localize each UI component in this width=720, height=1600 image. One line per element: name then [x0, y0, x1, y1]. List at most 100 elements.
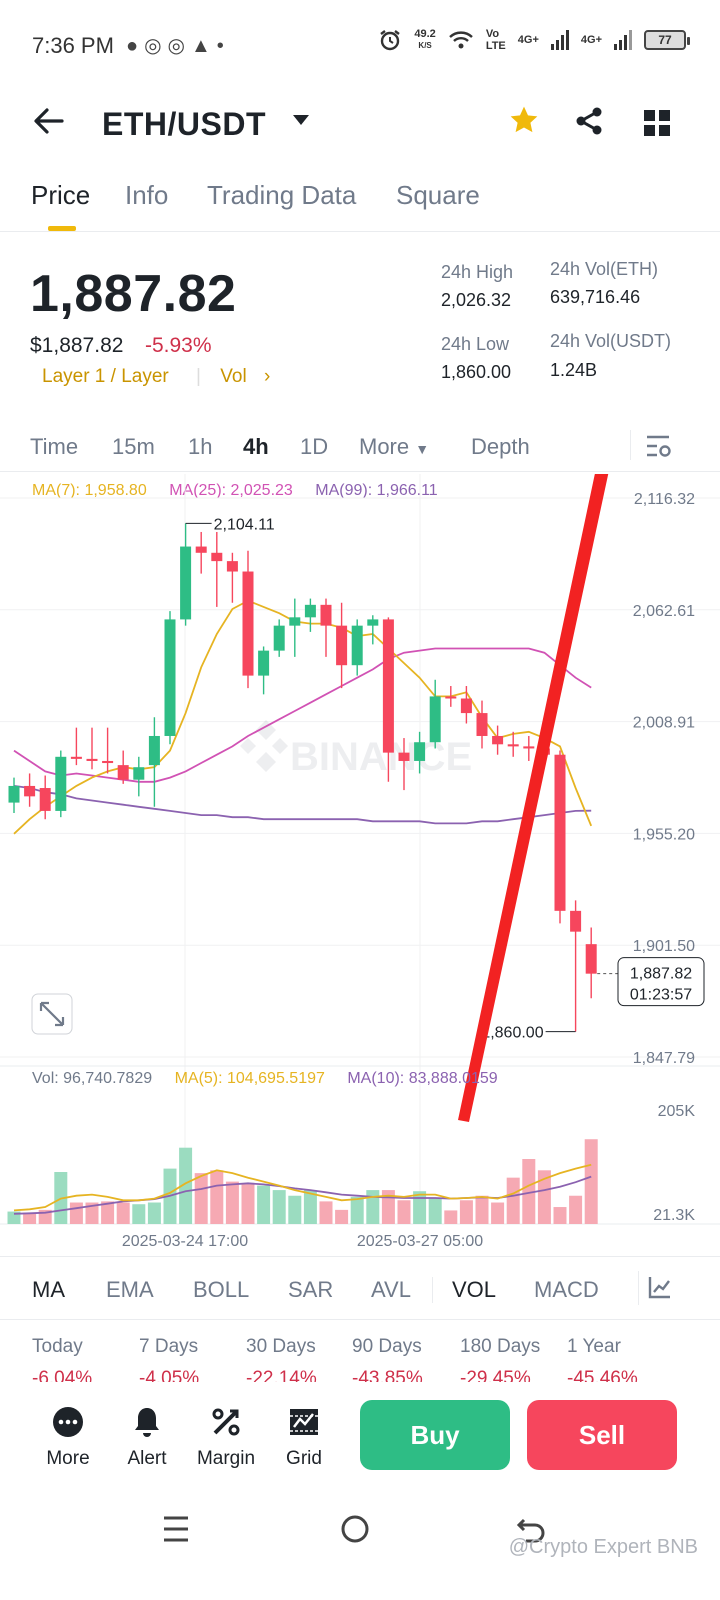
- interval-more-label[interactable]: More: [359, 434, 409, 459]
- vol-link[interactable]: Vol: [220, 366, 246, 387]
- alert-button[interactable]: Alert: [107, 1402, 187, 1470]
- interval-selector: Time 15m 1h 4h 1D More ▼ Depth: [0, 422, 720, 472]
- interval-more[interactable]: More ▼: [359, 434, 429, 460]
- perf-label-7d: 7 Days: [139, 1336, 199, 1357]
- 24h-vol-eth-value: 639,716.46: [550, 287, 641, 307]
- interval-15m[interactable]: 15m: [112, 434, 155, 460]
- signal-1-label: 4G+: [517, 34, 539, 46]
- 24h-high-label: 24h High: [441, 262, 514, 282]
- tab-price[interactable]: Price: [31, 180, 90, 211]
- volume-bar: [288, 1195, 302, 1224]
- volume-bar: [569, 1195, 583, 1224]
- chart-settings-icon[interactable]: [646, 434, 672, 463]
- candle-body: [304, 604, 316, 618]
- grid-button[interactable]: Grid: [264, 1402, 344, 1470]
- pair-title[interactable]: ETH/USDT: [102, 106, 266, 143]
- volume-bar: [241, 1183, 255, 1224]
- grid-bot-icon[interactable]: [264, 1402, 344, 1442]
- volume-bar: [225, 1181, 239, 1224]
- volume-bar: [272, 1190, 286, 1224]
- indicator-ema[interactable]: EMA: [106, 1277, 154, 1303]
- perf-value-1y: -45.46%: [567, 1368, 638, 1382]
- vol-y-tick-bottom: 21.3K: [653, 1207, 695, 1224]
- indicator-sar[interactable]: SAR: [288, 1277, 333, 1303]
- volume-bar: [459, 1200, 473, 1224]
- more-dots-icon[interactable]: [28, 1402, 108, 1442]
- price-change-percent: -5.93%: [145, 334, 212, 357]
- caret-down-small-icon[interactable]: ▼: [415, 441, 429, 457]
- more-button[interactable]: More: [28, 1402, 108, 1470]
- percent-icon[interactable]: [186, 1402, 266, 1442]
- kline-chart[interactable]: BINANCE 2,116.32 2,062.61 2,008.91 1,955.20…: [0, 474, 720, 1254]
- volume-bar: [69, 1202, 83, 1224]
- signal-bars-2-icon: [614, 30, 632, 50]
- indicator-settings-icon[interactable]: [648, 1275, 672, 1304]
- grid-label[interactable]: Grid: [264, 1448, 344, 1470]
- interval-depth[interactable]: Depth: [471, 434, 530, 460]
- volume-axis-labels: 205K 21.3K: [653, 1103, 695, 1224]
- indicator-ma[interactable]: MA: [32, 1277, 65, 1303]
- indicator-boll[interactable]: BOLL: [193, 1277, 249, 1303]
- margin-button[interactable]: Margin: [186, 1402, 266, 1470]
- volume-bar: [491, 1202, 505, 1224]
- signal-bars-1-icon: [550, 30, 569, 50]
- tab-square[interactable]: Square: [396, 180, 480, 211]
- perf-label-180d: 180 Days: [460, 1336, 541, 1357]
- sell-button[interactable]: Sell: [527, 1400, 677, 1470]
- tab-info[interactable]: Info: [125, 180, 168, 211]
- interval-1h[interactable]: 1h: [188, 434, 212, 460]
- more-label[interactable]: More: [28, 1448, 108, 1470]
- home-icon[interactable]: [340, 1514, 370, 1549]
- share-icon[interactable]: [574, 106, 604, 141]
- tab-trading-data[interactable]: Trading Data: [207, 180, 356, 211]
- chart-grid: [0, 474, 720, 1225]
- perf-value-7d: -4.05%: [139, 1368, 200, 1382]
- interval-4h[interactable]: 4h: [243, 434, 269, 460]
- perf-label-today: Today: [32, 1336, 83, 1357]
- alert-label[interactable]: Alert: [107, 1448, 187, 1470]
- category-tag-label[interactable]: Layer 1 / Layer: [42, 366, 169, 387]
- chevron-right-icon[interactable]: ›: [264, 366, 270, 387]
- tag-separator: |: [196, 366, 201, 387]
- margin-label[interactable]: Margin: [186, 1448, 266, 1470]
- candle-body: [445, 696, 457, 699]
- candle-body: [289, 617, 301, 626]
- back-arrow-icon[interactable]: [32, 104, 66, 147]
- perf-value-30d: -22.14%: [246, 1368, 317, 1382]
- candle-body: [86, 758, 98, 761]
- candle-body: [507, 744, 519, 747]
- x-axis-labels: 2025-03-24 17:00 2025-03-27 05:00: [122, 1233, 483, 1250]
- candle-body: [414, 742, 426, 761]
- indicator-macd[interactable]: MACD: [534, 1277, 599, 1303]
- active-tab-indicator: [48, 226, 76, 231]
- vol-y-tick-top: 205K: [658, 1103, 696, 1120]
- chart-annotations: 2,104.11 1,860.00 1,887.82 01:23:57: [185, 516, 705, 1042]
- volte-label: Vo LTE: [485, 28, 506, 52]
- candle-body: [180, 546, 192, 620]
- category-tag[interactable]: Layer 1 / Layer | Vol ›: [42, 366, 270, 388]
- caret-down-icon[interactable]: [292, 110, 310, 133]
- volume-bar: [444, 1210, 458, 1224]
- interval-time[interactable]: Time: [30, 434, 78, 460]
- indicator-vol[interactable]: VOL: [452, 1277, 496, 1303]
- expand-icon[interactable]: [31, 993, 73, 1035]
- candle-body: [398, 752, 410, 761]
- signal-2-label: 4G+: [580, 34, 602, 46]
- grid-icon[interactable]: [644, 110, 670, 141]
- vol-ma10-legend: MA(10): 83,888.0159: [347, 1070, 498, 1087]
- candle-body: [24, 785, 36, 797]
- buy-button[interactable]: Buy: [360, 1400, 510, 1470]
- battery-icon: 77: [644, 30, 690, 50]
- volume-bar: [319, 1201, 333, 1224]
- perf-value-180d: -29.45%: [460, 1368, 531, 1382]
- candle-body: [492, 735, 504, 745]
- recent-apps-icon[interactable]: [162, 1514, 190, 1549]
- indicator-avl[interactable]: AVL: [371, 1277, 411, 1303]
- indicator-divider-2: [638, 1271, 639, 1305]
- low-marker-label: 1,860.00: [481, 1025, 543, 1042]
- interval-1d[interactable]: 1D: [300, 434, 328, 460]
- dot-icon: •: [216, 35, 230, 57]
- star-icon[interactable]: [508, 104, 540, 144]
- candle-countdown: 01:23:57: [630, 987, 692, 1004]
- bell-icon[interactable]: [107, 1402, 187, 1442]
